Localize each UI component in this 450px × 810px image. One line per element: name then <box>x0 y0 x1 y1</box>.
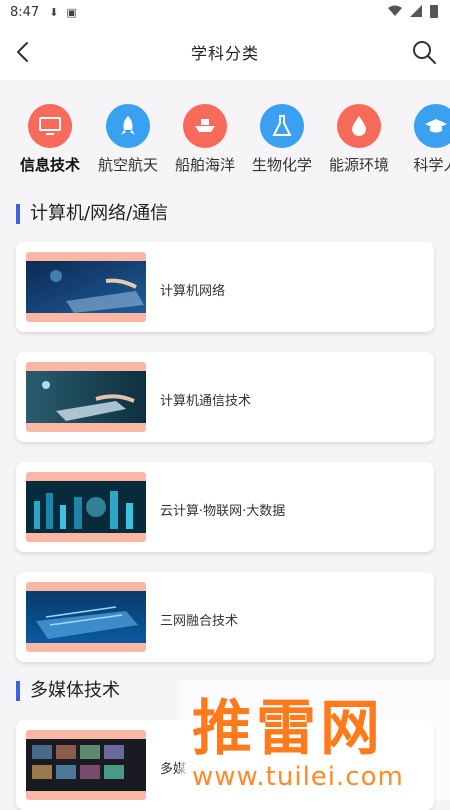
list-item[interactable]: 三网融合技术 <box>16 572 434 662</box>
search-icon[interactable] <box>410 38 438 66</box>
thumbnail <box>26 582 146 652</box>
back-icon[interactable] <box>10 38 38 66</box>
category-label: 航空航天 <box>97 156 158 174</box>
category-label: 科学人 <box>413 156 450 174</box>
drop-icon <box>337 104 381 148</box>
list-item[interactable]: 云计算·物联网·大数据 <box>16 462 434 552</box>
category-science[interactable]: 科学人 <box>398 98 450 175</box>
thumbnail <box>26 252 146 322</box>
ship-icon <box>183 104 227 148</box>
list-item[interactable]: 计算机通信技术 <box>16 352 434 442</box>
category-energy[interactable]: 能源环境 <box>321 98 397 175</box>
multimedia-image <box>26 739 146 791</box>
thumbnail <box>26 472 146 542</box>
watermark-url: www.tuilei.com <box>192 762 404 792</box>
section-title: 计算机/网络/通信 <box>16 204 168 224</box>
page-title: 学科分类 <box>190 44 259 63</box>
item-label: 计算机通信技术 <box>160 394 252 409</box>
category-label: 信息技术 <box>19 156 80 174</box>
thumbnail <box>26 730 146 800</box>
cloud-iot-bigdata-image <box>26 481 146 533</box>
monitor-icon <box>28 104 72 148</box>
flask-icon <box>260 104 304 148</box>
category-biochem[interactable]: 生物化学 <box>244 98 320 175</box>
wifi-icon <box>388 5 402 16</box>
notification-icon: ▣ <box>66 5 77 19</box>
graduation-cap-icon <box>414 104 450 148</box>
category-label: 能源环境 <box>328 156 389 174</box>
status-time: 8:47 <box>10 4 40 20</box>
app-header: 学科分类 <box>0 24 450 80</box>
watermark: 推雷网 www.tuilei.com <box>180 680 450 800</box>
network-convergence-image <box>26 591 146 643</box>
watermark-brand: 推雷网 <box>192 694 384 764</box>
list-item[interactable]: 计算机网络 <box>16 242 434 332</box>
category-aerospace[interactable]: 航空航天 <box>90 98 166 175</box>
item-label: 云计算·物联网·大数据 <box>160 504 286 519</box>
signal-icon <box>410 5 422 17</box>
item-label: 计算机网络 <box>160 284 226 299</box>
category-marine[interactable]: 船舶海洋 <box>167 98 243 175</box>
category-row: 信息技术 航空航天 船舶海洋 生物化学 能源环境 科学人 <box>0 98 450 182</box>
battery-icon <box>430 5 438 18</box>
computer-network-image <box>26 261 146 313</box>
communication-tech-image <box>26 371 146 423</box>
section-title: 多媒体技术 <box>16 681 120 701</box>
thumbnail <box>26 362 146 432</box>
category-label: 船舶海洋 <box>174 156 235 174</box>
item-label: 三网融合技术 <box>160 614 239 629</box>
status-bar: 8:47 ⬇ ▣ <box>0 0 450 24</box>
download-icon: ⬇ <box>49 5 59 19</box>
category-info-tech[interactable]: 信息技术 <box>12 98 88 175</box>
rocket-icon <box>106 104 150 148</box>
category-label: 生物化学 <box>251 156 312 174</box>
